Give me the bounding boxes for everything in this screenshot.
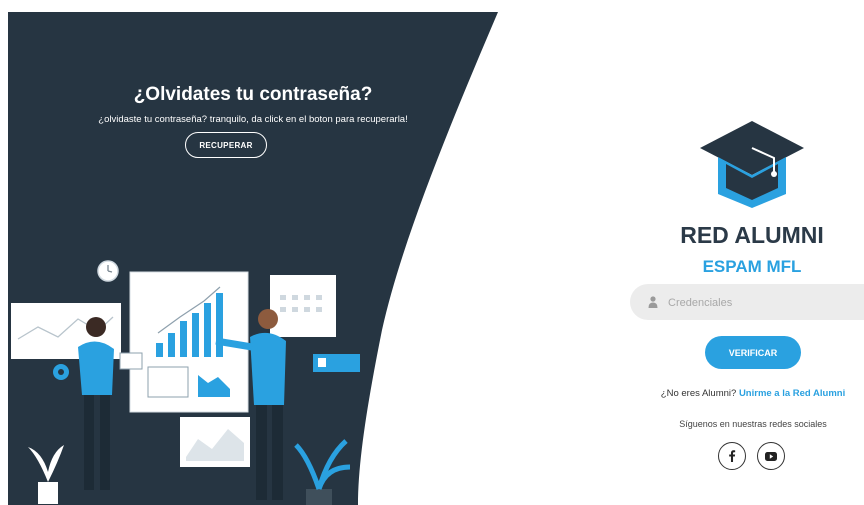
- plant-right: [294, 439, 351, 505]
- facebook-icon: [729, 450, 736, 462]
- brand-subtitle: ESPAM MFL: [702, 257, 802, 276]
- social-label: Síguenos en nuestras redes sociales: [679, 419, 827, 429]
- graduation-cap-icon: [700, 121, 804, 208]
- join-alumni-link[interactable]: Unirme a la Red Alumni: [739, 388, 845, 399]
- calendar-card: [270, 275, 336, 337]
- gear-icon: [53, 364, 69, 380]
- youtube-button[interactable]: [757, 442, 785, 470]
- forgot-password-section: ¿Olvidates tu contraseña? ¿olvidaste tu …: [8, 12, 498, 505]
- credentials-field[interactable]: [630, 284, 864, 322]
- business-analytics-illustration: [11, 260, 360, 505]
- forgot-password-description: ¿olvidaste tu contraseña? tranquilo, da …: [98, 114, 408, 125]
- user-icon: [648, 296, 658, 308]
- join-question: ¿No eres Alumni?: [660, 388, 737, 399]
- credentials-input[interactable]: [666, 284, 860, 322]
- clock-icon: [97, 260, 119, 282]
- brand-title: RED ALUMNI: [680, 222, 824, 248]
- forgot-password-title: ¿Olvidates tu contraseña?: [133, 84, 373, 105]
- recover-button[interactable]: RECUPERAR: [185, 132, 267, 158]
- facebook-button[interactable]: [718, 442, 746, 470]
- join-prompt: ¿No eres Alumni? Unirme a la Red Alumni: [610, 388, 864, 399]
- plant-left: [28, 445, 64, 504]
- verify-button[interactable]: VERIFICAR: [705, 336, 801, 369]
- login-panel: RED ALUMNI ESPAM MFL VERIFICAR ¿No eres …: [610, 0, 864, 505]
- youtube-icon: [765, 451, 777, 461]
